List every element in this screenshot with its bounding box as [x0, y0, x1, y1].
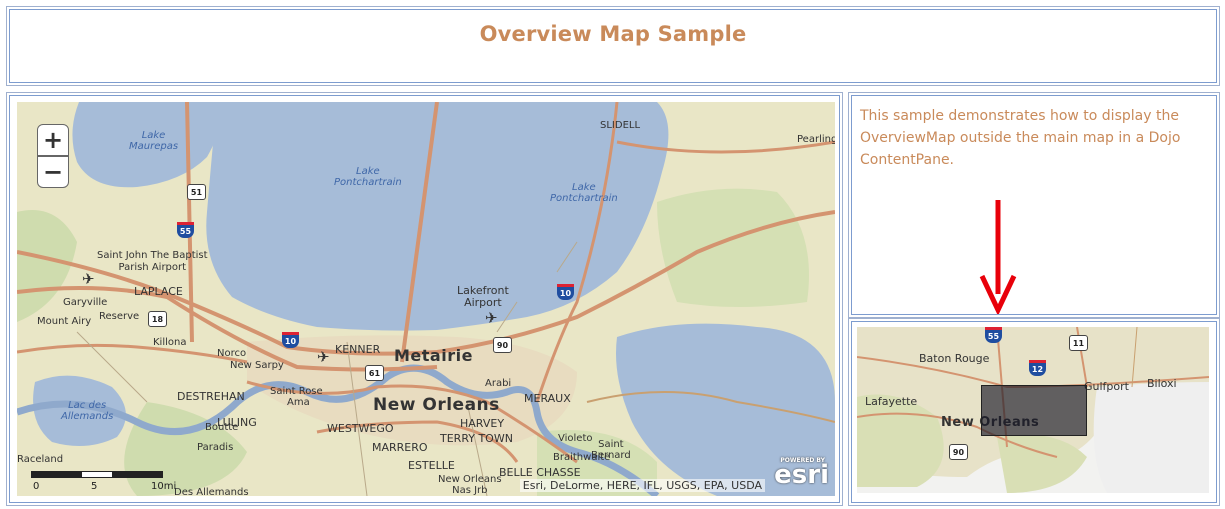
nas-jrb-label: New Orleans Nas Jrb — [438, 474, 502, 496]
description-pane: This sample demonstrates how to display … — [848, 92, 1220, 318]
destrehan-label: DESTREHAN — [177, 390, 245, 403]
norco-label: Norco — [217, 348, 247, 359]
us51-shield: 51 — [187, 184, 206, 200]
overview-map-pane: Baton Rouge Gulfport Biloxi Lafayette Ne… — [848, 318, 1220, 506]
airport-icon: ✈ — [485, 309, 498, 327]
scale-bar-segment — [112, 472, 162, 477]
us61-shield: 61 — [365, 365, 384, 381]
lake-maurepas-label: Lake Maurepas — [129, 130, 179, 152]
lac-des-allemands-label: Lac des Allemands — [61, 400, 114, 422]
estelle-label: ESTELLE — [408, 459, 455, 472]
scale-bar — [31, 471, 163, 478]
saint-rose-label: Saint Rose — [270, 386, 323, 397]
kenner-label: KENNER — [335, 343, 381, 356]
header-pane: Overview Map Sample — [6, 6, 1220, 86]
lafayette-label: Lafayette — [865, 395, 918, 408]
la18-shield: 18 — [148, 311, 167, 327]
violet-label: Violeto — [558, 433, 593, 444]
scale-tick-5: 5 — [91, 481, 98, 492]
meraux-label: MERAUX — [524, 392, 571, 405]
zoom-in-button[interactable]: + — [37, 124, 69, 156]
pearlington-label: Pearling — [797, 134, 835, 145]
new-sarpy-label: New Sarpy — [230, 360, 284, 371]
des-allemands-label: Des Allemands — [174, 487, 249, 496]
overview-map[interactable]: Baton Rouge Gulfport Biloxi Lafayette Ne… — [857, 327, 1209, 493]
overview-us11-shield: 11 — [1069, 335, 1088, 351]
garyville-label: Garyville — [63, 297, 108, 308]
overview-i55-shield: 55 — [985, 327, 1002, 343]
scale-bar-segment — [32, 472, 82, 477]
map-basemap — [17, 102, 835, 496]
harvey-label: HARVEY — [460, 417, 505, 430]
overview-i12-shield: 12 — [1029, 360, 1046, 376]
arabi-label: Arabi — [485, 378, 512, 389]
paradis-label: Paradis — [197, 442, 234, 453]
new-orleans-label: New Orleans — [373, 395, 500, 415]
slidell-label: SLIDELL — [600, 120, 641, 131]
saint-bernard-label: Saint Bernard — [591, 439, 631, 461]
i10-east-shield: 10 — [557, 284, 574, 300]
baton-rouge-label: Baton Rouge — [919, 352, 990, 365]
killona-label: Killona — [153, 337, 187, 348]
scale-tick-0: 0 — [33, 481, 40, 492]
overview-us90-shield: 90 — [949, 444, 968, 460]
marrero-label: MARRERO — [372, 441, 428, 454]
map-attribution: Esri, DeLorme, HERE, IFL, USGS, EPA, USD… — [519, 479, 765, 492]
header-inner-border — [9, 9, 1217, 83]
main-map[interactable]: Lake Maurepas Lake Pontchartrain Lake Pontc… — [17, 102, 835, 496]
biloxi-label: Biloxi — [1147, 377, 1177, 390]
lakefront-airport-label: Lakefront Airport — [457, 284, 509, 309]
zoom-out-button[interactable]: − — [37, 156, 69, 188]
boutte-label: Boutte — [205, 422, 239, 433]
esri-logo[interactable]: esri — [774, 460, 829, 490]
terrytown-label: TERRY TOWN — [440, 432, 513, 445]
belle-chasse-label: BELLE CHASSE — [499, 466, 581, 479]
laplace-label: LAPLACE — [134, 285, 183, 298]
main-map-pane: Lake Maurepas Lake Pontchartrain Lake Pontc… — [6, 92, 843, 506]
description-text: This sample demonstrates how to display … — [860, 108, 1181, 168]
raceland-label: Raceland — [17, 454, 64, 465]
westwego-label: WESTWEGO — [327, 422, 394, 435]
us90-shield: 90 — [493, 337, 512, 353]
reserve-label: Reserve — [99, 311, 140, 322]
red-arrow-icon — [979, 200, 1017, 314]
stjohn-airport-label: Saint John The Baptist Parish Airport — [97, 250, 208, 273]
lake-pontchartrain-east-label: Lake Pontchartrain — [550, 182, 618, 204]
metairie-label: Metairie — [394, 346, 473, 365]
airport-icon: ✈ — [317, 348, 330, 366]
i55-shield: 55 — [177, 222, 194, 238]
scale-tick-10mi: 10mi — [151, 481, 177, 492]
page-title: Overview Map Sample — [479, 22, 747, 46]
i10-west-shield: 10 — [282, 332, 299, 348]
airport-icon: ✈ — [82, 270, 95, 288]
ama-label: Ama — [287, 397, 310, 408]
overview-extent-rectangle[interactable] — [981, 385, 1087, 436]
gulfport-label: Gulfport — [1084, 380, 1129, 393]
mount-airy-label: Mount Airy — [37, 316, 92, 327]
lake-pontchartrain-label: Lake Pontchartrain — [334, 166, 402, 188]
